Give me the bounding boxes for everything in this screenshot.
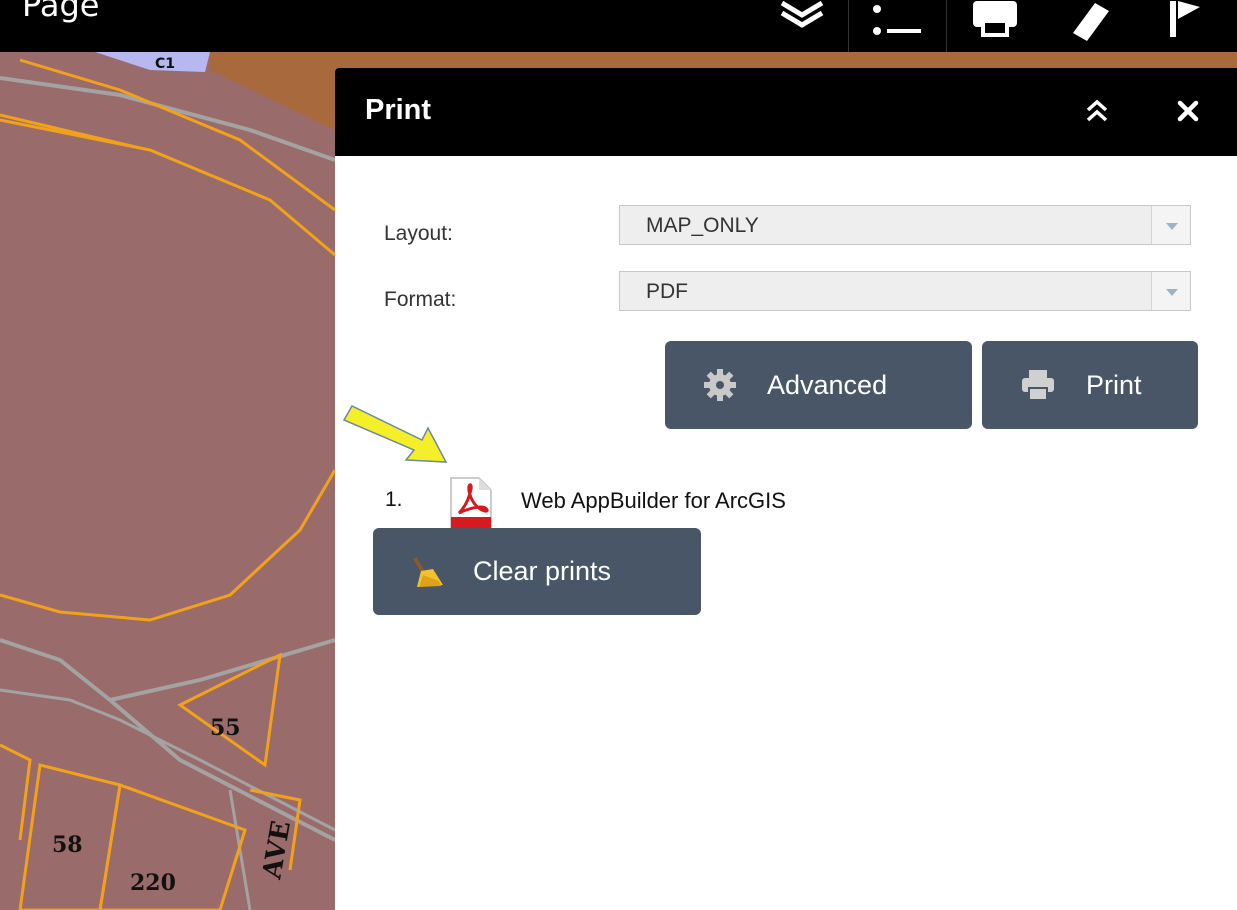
result-title[interactable]: Web AppBuilder for ArcGIS	[521, 488, 786, 514]
gear-icon	[704, 369, 736, 401]
clear-prints-button[interactable]: Clear prints	[373, 528, 701, 615]
measure-icon[interactable]	[1055, 0, 1125, 48]
layers-icon[interactable]	[762, 0, 842, 48]
parcel-label-58: 58	[52, 832, 83, 858]
parcel-label-55: 55	[210, 715, 241, 741]
chevron-down-icon[interactable]	[1151, 206, 1190, 244]
parcel-label-220: 220	[130, 870, 176, 896]
broom-icon	[413, 556, 443, 587]
toolbar-divider	[946, 0, 947, 52]
layout-select[interactable]: MAP_ONLY	[619, 205, 1191, 245]
close-icon[interactable]	[1173, 96, 1203, 126]
print-panel: Print Layout: MAP_ONLY Format: PDF Advan…	[335, 68, 1237, 910]
print-button[interactable]: Print	[982, 341, 1198, 429]
pdf-file-icon[interactable]	[445, 477, 495, 529]
double-chevron-up-icon[interactable]	[1082, 96, 1112, 126]
panel-title: Print	[365, 94, 432, 126]
annotation-arrow-icon	[342, 405, 448, 463]
print-button-label: Print	[1086, 369, 1142, 400]
clear-prints-label: Clear prints	[473, 556, 612, 586]
layout-select-value: MAP_ONLY	[646, 214, 759, 237]
legend-icon[interactable]	[860, 0, 930, 48]
app-title-fragment: Page	[22, 0, 100, 24]
advanced-button[interactable]: Advanced	[665, 341, 972, 429]
layout-label: Layout:	[384, 222, 453, 245]
chevron-down-icon[interactable]	[1151, 272, 1190, 310]
top-toolbar: Page	[0, 0, 1237, 52]
result-number: 1.	[385, 488, 403, 511]
toolbar-divider	[848, 0, 849, 52]
advanced-button-label: Advanced	[767, 369, 888, 400]
bookmark-icon[interactable]	[1150, 0, 1220, 48]
format-select-value: PDF	[646, 280, 688, 303]
panel-header: Print	[335, 68, 1237, 156]
printer-icon	[1022, 370, 1054, 401]
format-label: Format:	[384, 288, 457, 311]
print-icon[interactable]	[955, 0, 1035, 48]
parcel-label-c1: C1	[155, 56, 175, 72]
format-select[interactable]: PDF	[619, 271, 1191, 311]
